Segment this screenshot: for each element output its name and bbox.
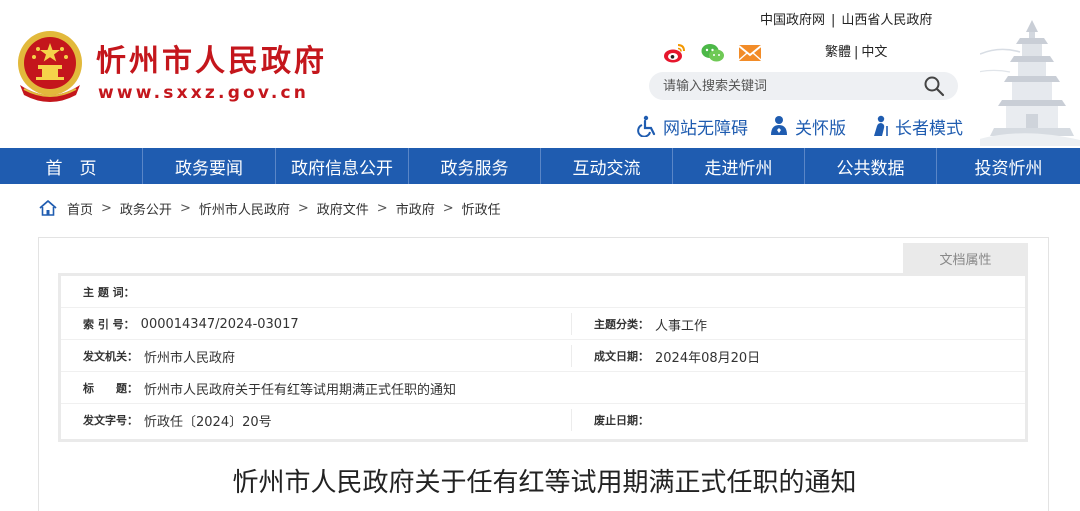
breadcrumb-item[interactable]: 忻政任 bbox=[462, 199, 501, 218]
article-container: 文档属性 主 题 词： 索 引 号： 000014347/2024-03017 … bbox=[38, 237, 1049, 511]
subject-words-label: 主 题 词： bbox=[83, 286, 135, 299]
meta-row: 标 题： 忻州市人民政府关于任有红等试用期满正式任职的通知 bbox=[61, 372, 1025, 404]
docno-label: 发文字号： bbox=[83, 414, 138, 427]
nav-item-info-disclosure[interactable]: 政府信息公开 bbox=[276, 148, 409, 184]
search-box bbox=[649, 72, 958, 100]
nav-item-public-data[interactable]: 公共数据 bbox=[805, 148, 937, 184]
care-icon bbox=[771, 116, 787, 135]
category-label: 主题分类： bbox=[594, 318, 649, 331]
accessibility-link[interactable]: 网站无障碍 bbox=[636, 113, 748, 139]
column-divider bbox=[571, 345, 572, 367]
issuer-label: 发文机关： bbox=[83, 350, 138, 363]
column-divider bbox=[571, 409, 572, 431]
search-input[interactable] bbox=[663, 76, 913, 96]
lang-simplified[interactable]: 中文 bbox=[861, 45, 887, 60]
doc-attributes-tab[interactable]: 文档属性 bbox=[903, 243, 1028, 273]
breadcrumb-separator: > bbox=[442, 200, 454, 216]
expire-label: 废止日期： bbox=[594, 414, 649, 427]
elder-mode-link[interactable]: 长者模式 bbox=[868, 113, 963, 139]
meta-row: 索 引 号： 000014347/2024-03017 主题分类： 人事工作 bbox=[61, 308, 1025, 340]
meta-row: 发文字号： 忻政任〔2024〕20号 废止日期： bbox=[61, 404, 1025, 436]
care-version-label: 关怀版 bbox=[795, 118, 846, 139]
title-label: 标 题： bbox=[83, 382, 138, 395]
nav-item-services[interactable]: 政务服务 bbox=[409, 148, 541, 184]
breadcrumb-separator: > bbox=[179, 200, 191, 216]
doc-attributes-table: 主 题 词： 索 引 号： 000014347/2024-03017 主题分类：… bbox=[58, 273, 1028, 442]
top-links-separator: | bbox=[831, 13, 836, 28]
national-emblem-icon[interactable] bbox=[14, 29, 86, 103]
weibo-icon[interactable] bbox=[663, 42, 687, 64]
category-value: 人事工作 bbox=[655, 318, 708, 334]
elder-mode-label: 长者模式 bbox=[895, 118, 963, 139]
breadcrumb-separator: > bbox=[376, 200, 388, 216]
wechat-icon[interactable] bbox=[701, 42, 725, 64]
email-icon[interactable] bbox=[738, 42, 762, 64]
index-label: 索 引 号： bbox=[83, 318, 135, 331]
nav-item-news[interactable]: 政务要闻 bbox=[143, 148, 276, 184]
pagoda-illustration bbox=[980, 20, 1080, 146]
title-value: 忻州市人民政府关于任有红等试用期满正式任职的通知 bbox=[144, 382, 457, 398]
breadcrumb-separator: > bbox=[297, 200, 309, 216]
date-label: 成文日期： bbox=[594, 350, 649, 363]
issuer-value: 忻州市人民政府 bbox=[144, 350, 236, 366]
date-value: 2024年08月20日 bbox=[655, 350, 761, 366]
docno-value: 忻政任〔2024〕20号 bbox=[144, 414, 272, 430]
link-gov-cn[interactable]: 中国政府网 bbox=[760, 13, 825, 28]
link-shanxi-gov[interactable]: 山西省人民政府 bbox=[841, 13, 932, 28]
main-nav: 首 页 政务要闻 政府信息公开 政务服务 互动交流 走进忻州 公共数据 投资忻州 bbox=[0, 148, 1080, 184]
breadcrumb-item[interactable]: 政务公开 bbox=[120, 199, 172, 218]
nav-item-interaction[interactable]: 互动交流 bbox=[541, 148, 673, 184]
lang-traditional[interactable]: 繁體 bbox=[825, 45, 851, 60]
index-value: 000014347/2024-03017 bbox=[140, 316, 299, 332]
search-icon[interactable] bbox=[923, 75, 945, 97]
meta-row: 发文机关： 忻州市人民政府 成文日期： 2024年08月20日 bbox=[61, 340, 1025, 372]
language-switch: 繁體 | 中文 bbox=[825, 44, 887, 62]
accessibility-label: 网站无障碍 bbox=[663, 118, 748, 139]
top-links: 中国政府网 | 山西省人民政府 bbox=[760, 12, 932, 30]
nav-item-home[interactable]: 首 页 bbox=[0, 148, 143, 184]
elder-icon bbox=[874, 115, 888, 136]
nav-item-about-xinzhou[interactable]: 走进忻州 bbox=[673, 148, 805, 184]
site-title[interactable]: 忻州市人民政府 bbox=[96, 44, 327, 80]
meta-row: 主 题 词： bbox=[61, 276, 1025, 308]
breadcrumb-item[interactable]: 市政府 bbox=[396, 199, 435, 218]
lang-separator: | bbox=[854, 45, 859, 60]
breadcrumb-separator: > bbox=[101, 200, 112, 216]
care-version-link[interactable]: 关怀版 bbox=[768, 113, 846, 139]
breadcrumb-item[interactable]: 政府文件 bbox=[317, 199, 369, 218]
breadcrumb-item[interactable]: 首页 bbox=[67, 199, 93, 218]
breadcrumb: 首页 > 政务公开 > 忻州市人民政府 > 政府文件 > 市政府 > 忻政任 bbox=[38, 197, 501, 219]
site-header: 忻州市人民政府 www.sxxz.gov.cn 中国政府网 | 山西省人民政府 繁體… bbox=[0, 0, 1080, 148]
column-divider bbox=[571, 313, 572, 335]
site-domain[interactable]: www.sxxz.gov.cn bbox=[98, 82, 309, 104]
home-icon[interactable] bbox=[38, 199, 58, 217]
wheelchair-icon bbox=[637, 115, 656, 137]
breadcrumb-item[interactable]: 忻州市人民政府 bbox=[199, 199, 290, 218]
nav-item-invest[interactable]: 投资忻州 bbox=[937, 148, 1080, 184]
document-title: 忻州市人民政府关于任有红等试用期满正式任职的通知 bbox=[232, 468, 857, 498]
